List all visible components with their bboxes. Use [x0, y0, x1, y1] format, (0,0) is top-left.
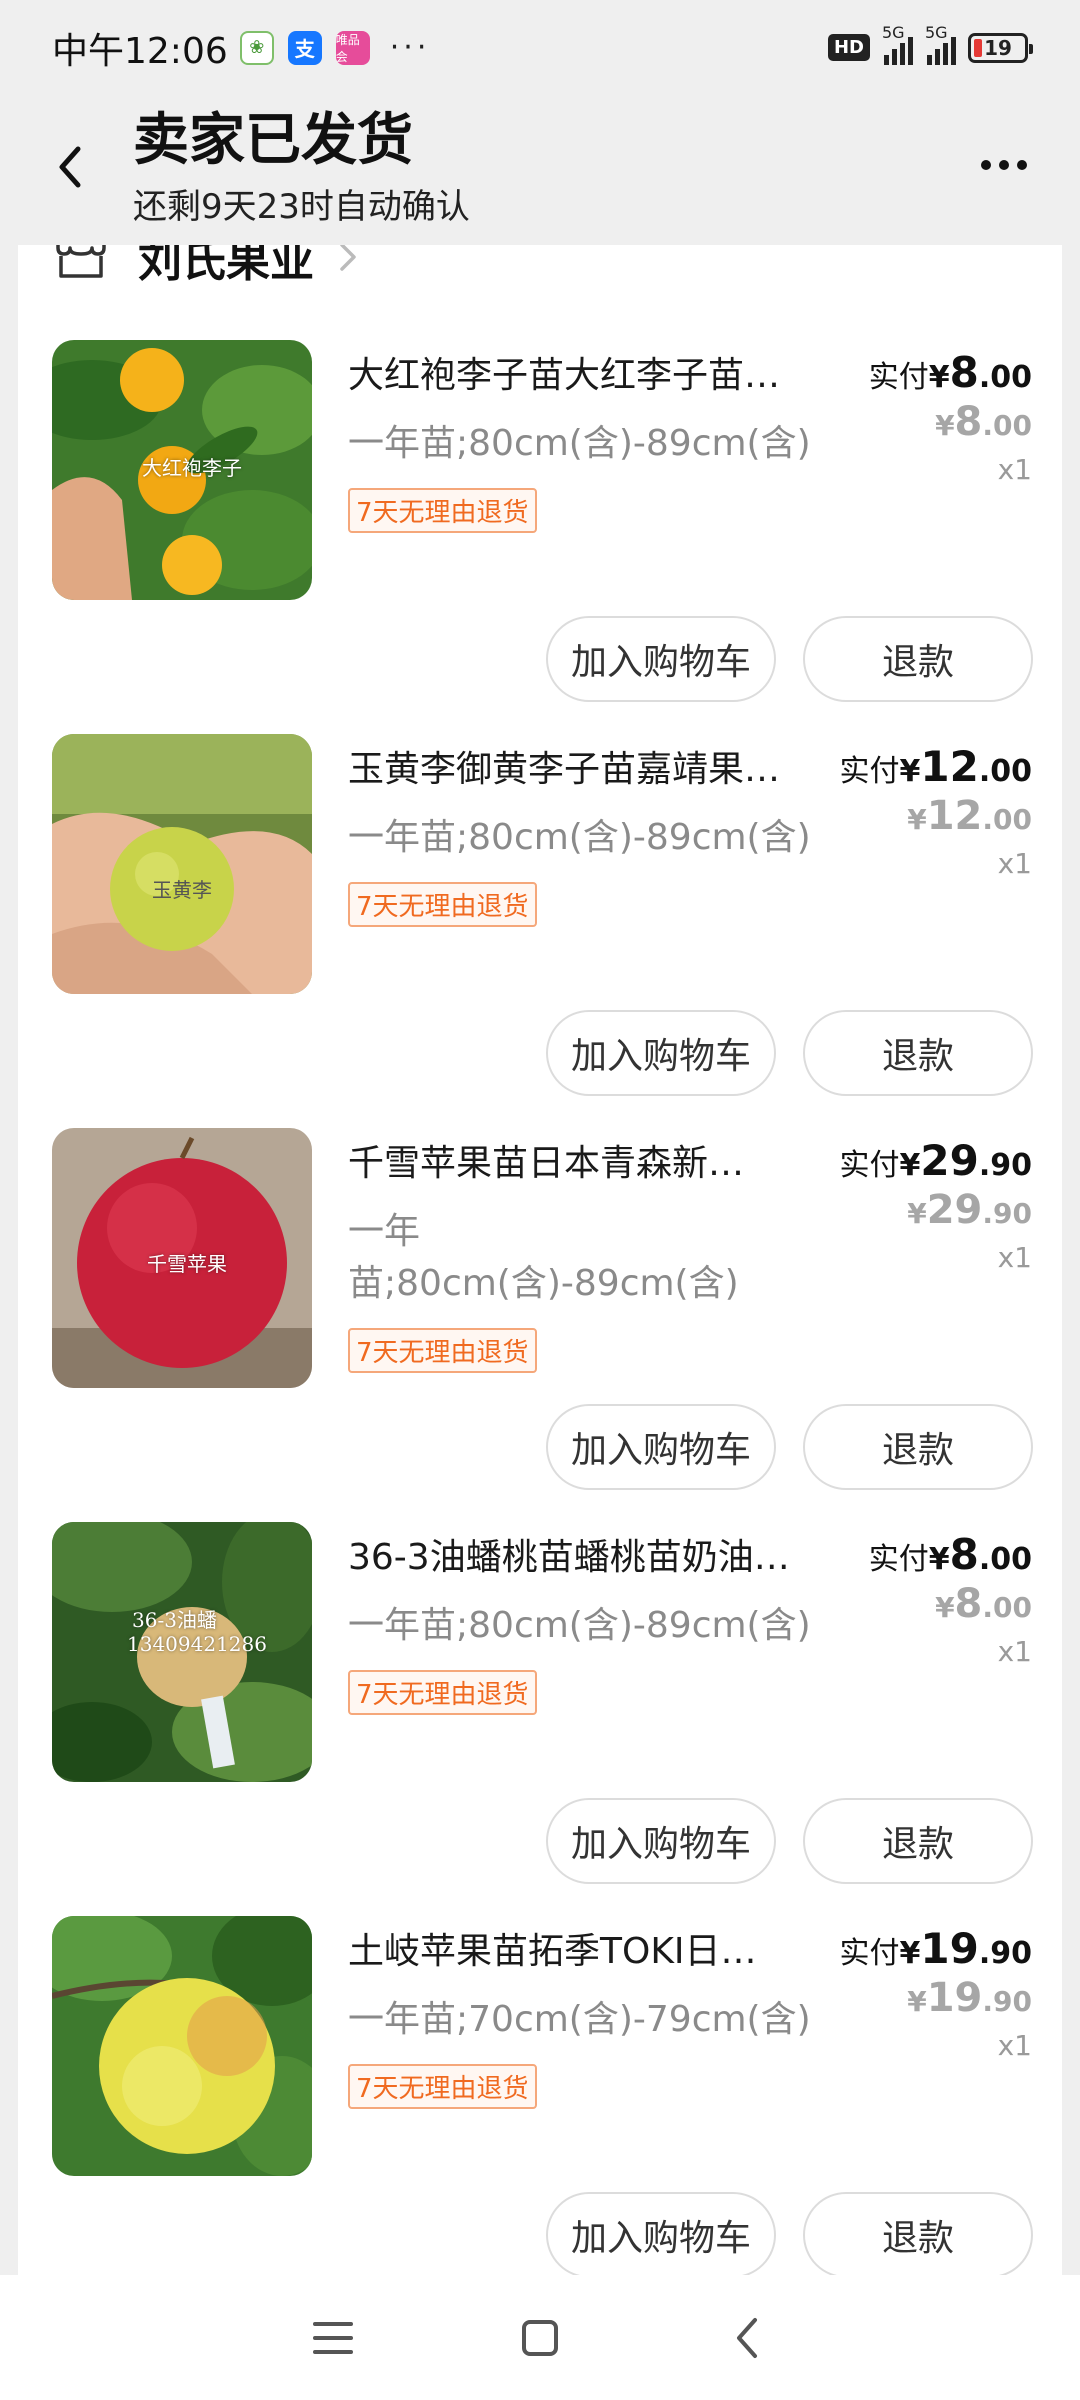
chevron-right-icon — [340, 245, 356, 271]
paid-price: 实付¥8.00 — [868, 348, 1032, 397]
price-block: 实付¥12.00 ¥12.00 x1 — [840, 742, 1032, 880]
paid-price: 实付¥19.90 — [839, 1924, 1032, 1973]
original-price: ¥8.00 — [935, 399, 1032, 445]
return-policy-tag: 7天无理由退货 — [348, 1328, 537, 1373]
refund-button[interactable]: 退款 — [803, 1404, 1033, 1490]
back-button[interactable] — [40, 127, 100, 207]
auto-confirm-countdown: 还剩9天23时自动确认 — [133, 187, 470, 227]
price-block: 实付¥8.00 ¥8.00 x1 — [869, 348, 1032, 486]
product-thumbnail[interactable] — [52, 1916, 312, 2176]
shop-name: 刘氏果业 — [138, 245, 314, 287]
hd-voice-icon: HD — [827, 34, 870, 61]
yellow-plum-photo — [52, 734, 312, 994]
status-indicators: HD 5G 5G 19 — [827, 23, 1033, 65]
more-notifications-icon: ··· — [389, 30, 431, 65]
product-thumbnail[interactable]: 千雪苹果 — [52, 1128, 312, 1388]
thumbnail-caption: 玉黄李 — [152, 878, 212, 902]
chevron-left-icon — [59, 146, 81, 188]
paid-price: 实付¥8.00 — [868, 1530, 1032, 1579]
quantity: x1 — [997, 1241, 1032, 1274]
price-block: 实付¥19.90 ¥19.90 x1 — [840, 1924, 1032, 2062]
page-header: 卖家已发货 还剩9天23时自动确认 — [0, 95, 1080, 245]
refund-button[interactable]: 退款 — [803, 616, 1033, 702]
system-navigation-bar — [0, 2275, 1080, 2400]
home-button[interactable] — [500, 2298, 580, 2378]
return-policy-tag: 7天无理由退货 — [348, 1670, 537, 1715]
product-spec: 一年苗;80cm(含)-89cm(含) — [348, 1605, 811, 1646]
order-item[interactable]: 大红袍李子 大红袍李子苗大红李子苗… 一年苗;80cm(含)-89cm(含) 7… — [18, 340, 1062, 734]
product-spec: 一年苗;70cm(含)-79cm(含) — [348, 1999, 811, 2040]
signal-icon-1: 5G — [882, 23, 913, 65]
product-title[interactable]: 千雪苹果苗日本青森新… — [348, 1134, 833, 1186]
product-title[interactable]: 土岐苹果苗拓季TOKI日… — [348, 1922, 833, 1974]
quantity: x1 — [997, 453, 1032, 486]
product-spec: 一年 苗;80cm(含)-89cm(含) — [348, 1211, 739, 1304]
leaf-app-icon: ❀ — [239, 30, 274, 65]
more-dot-icon — [1017, 160, 1027, 170]
shop-header[interactable]: 刘氏果业 — [54, 245, 358, 297]
product-spec: 一年苗;80cm(含)-89cm(含) — [348, 817, 811, 858]
order-card: 刘氏果业 大红袍李子 大红袍李子苗大红李子苗… 一年苗;80cm(含)-89cm… — [18, 245, 1062, 2275]
thumbnail-caption: 36-3油蟠 — [132, 1608, 217, 1632]
battery-icon: 19 — [968, 32, 1033, 63]
refund-button[interactable]: 退款 — [803, 1798, 1033, 1884]
original-price: ¥12.00 — [907, 793, 1032, 839]
original-price: ¥8.00 — [935, 1581, 1032, 1627]
more-dot-icon — [981, 160, 991, 170]
yellow-apple-photo — [52, 1916, 312, 2176]
more-options-button[interactable] — [964, 135, 1044, 195]
product-thumbnail[interactable]: 玉黄李 — [52, 734, 312, 994]
back-triangle-icon — [736, 2317, 757, 2358]
thumbnail-caption: 13409421286 — [127, 1632, 267, 1656]
system-back-button[interactable] — [707, 2298, 787, 2378]
store-icon — [56, 245, 106, 278]
order-item[interactable]: 玉黄李 玉黄李御黄李子苗嘉靖果… 一年苗;80cm(含)-89cm(含) 7天无… — [18, 734, 1062, 1128]
vip-app-icon: 唯品会 — [335, 30, 370, 65]
original-price: ¥29.90 — [907, 1187, 1032, 1233]
signal-icon-2: 5G — [925, 23, 956, 65]
add-to-cart-button[interactable]: 加入购物车 — [546, 1404, 776, 1490]
return-policy-tag: 7天无理由退货 — [348, 2064, 537, 2109]
order-item[interactable]: 土岐苹果苗拓季TOKI日… 一年苗;70cm(含)-79cm(含) 7天无理由退… — [18, 1916, 1062, 2275]
quantity: x1 — [997, 1635, 1032, 1668]
return-policy-tag: 7天无理由退货 — [348, 882, 537, 927]
price-block: 实付¥8.00 ¥8.00 x1 — [869, 1530, 1032, 1668]
product-title[interactable]: 玉黄李御黄李子苗嘉靖果… — [348, 740, 833, 792]
menu-icon — [313, 2321, 354, 2354]
product-thumbnail[interactable]: 大红袍李子 — [52, 340, 312, 600]
page-title: 卖家已发货 — [133, 108, 413, 173]
add-to-cart-button[interactable]: 加入购物车 — [546, 2192, 776, 2275]
original-price: ¥19.90 — [907, 1975, 1032, 2021]
product-title[interactable]: 36-3油蟠桃苗蟠桃苗奶油… — [348, 1528, 833, 1580]
recent-apps-button[interactable] — [293, 2298, 373, 2378]
status-app-icons: ❀ 支 唯品会 ··· — [239, 30, 431, 65]
add-to-cart-button[interactable]: 加入购物车 — [546, 1010, 776, 1096]
paid-price: 实付¥29.90 — [839, 1136, 1032, 1185]
price-block: 实付¥29.90 ¥29.90 x1 — [840, 1136, 1032, 1274]
add-to-cart-button[interactable]: 加入购物车 — [546, 1798, 776, 1884]
quantity: x1 — [997, 2029, 1032, 2062]
refund-button[interactable]: 退款 — [803, 2192, 1033, 2275]
order-item[interactable]: 千雪苹果 千雪苹果苗日本青森新… 一年 苗;80cm(含)-89cm(含) 7天… — [18, 1128, 1062, 1522]
thumbnail-caption: 大红袍李子 — [142, 456, 242, 480]
product-thumbnail[interactable]: 36-3油蟠 13409421286 — [52, 1522, 312, 1782]
return-policy-tag: 7天无理由退货 — [348, 488, 537, 533]
alipay-app-icon: 支 — [287, 30, 322, 65]
order-item[interactable]: 36-3油蟠 13409421286 36-3油蟠桃苗蟠桃苗奶油… 一年苗;80… — [18, 1522, 1062, 1916]
status-bar: 中午12:06 ❀ 支 唯品会 ··· HD 5G 5G 19 — [0, 0, 1080, 95]
quantity: x1 — [997, 847, 1032, 880]
refund-button[interactable]: 退款 — [803, 1010, 1033, 1096]
paid-price: 实付¥12.00 — [839, 742, 1032, 791]
add-to-cart-button[interactable]: 加入购物车 — [546, 616, 776, 702]
thumbnail-caption: 千雪苹果 — [147, 1252, 227, 1276]
more-dot-icon — [999, 160, 1009, 170]
square-home-icon — [521, 2319, 558, 2356]
status-time: 中午12:06 — [52, 30, 228, 72]
product-spec: 一年苗;80cm(含)-89cm(含) — [348, 423, 811, 464]
product-title[interactable]: 大红袍李子苗大红李子苗… — [348, 346, 833, 398]
